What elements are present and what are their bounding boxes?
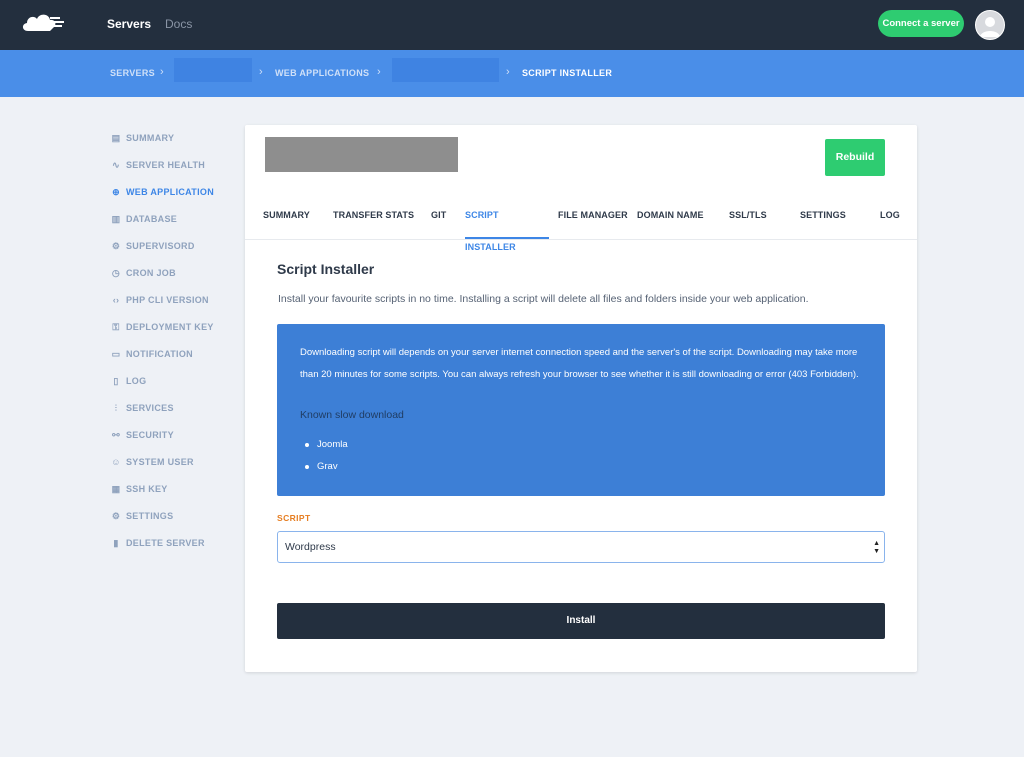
sidebar-item-label: WEB APPLICATION — [126, 187, 214, 197]
sidebar-item-deployment-key[interactable]: ⚿ DEPLOYMENT KEY — [110, 320, 214, 334]
monitor-icon: ▭ — [111, 348, 121, 359]
tab-bar: SUMMARY TRANSFER STATS GIT SCRIPT INSTAL… — [245, 199, 917, 252]
sidebar-item-cron-job[interactable]: ◷ CRON JOB — [110, 266, 176, 280]
breadcrumb: SERVERS › › WEB APPLICATIONS › › SCRIPT … — [0, 50, 1024, 97]
known-slow-list: Joomla Grav — [300, 434, 348, 478]
sidebar-item-label: DATABASE — [126, 214, 178, 224]
sidebar-item-ssh-key[interactable]: ▦ SSH KEY — [110, 482, 168, 496]
nav-docs-link[interactable]: Docs — [165, 17, 192, 31]
sidebar-item-notification[interactable]: ▭ NOTIFICATION — [110, 347, 193, 361]
tab-log[interactable]: LOG — [880, 199, 900, 237]
breadcrumb-separator: › — [506, 66, 510, 78]
key-icon: ⚿ — [112, 321, 120, 332]
tab-ssl-tls[interactable]: SSL/TLS — [729, 199, 767, 237]
cloudways-logo-icon[interactable] — [20, 11, 66, 40]
tab-git[interactable]: GIT — [431, 199, 446, 237]
section-title: Script Installer — [277, 261, 375, 277]
script-select[interactable]: Wordpress ▲ ▼ — [277, 531, 885, 563]
sidebar-item-security[interactable]: ⚯ SECURITY — [110, 428, 174, 442]
top-navbar: Servers Docs Connect a server — [0, 0, 1024, 50]
globe-icon: ⊕ — [112, 186, 120, 197]
section-description: Install your favourite scripts in no tim… — [278, 293, 809, 305]
clock-icon: ◷ — [111, 267, 121, 278]
keyboard-icon: ▦ — [111, 483, 121, 494]
breadcrumb-web-applications[interactable]: WEB APPLICATIONS — [275, 68, 369, 78]
main-card: Rebuild SUMMARY TRANSFER STATS GIT SCRIP… — [245, 125, 917, 672]
gear-icon: ⚙ — [111, 240, 121, 251]
sliders-icon: ⫶ — [114, 402, 118, 413]
link-icon: ⚯ — [112, 429, 120, 440]
user-icon: ☺ — [111, 457, 121, 467]
select-arrows-icon: ▲ ▼ — [873, 540, 880, 555]
sidebar-item-services[interactable]: ⫶ SERVICES — [110, 401, 174, 415]
sidebar-item-php-cli-version[interactable]: ‹› PHP CLI VERSION — [110, 293, 209, 307]
code-icon: ‹› — [112, 295, 120, 305]
breadcrumb-separator: › — [377, 66, 381, 78]
database-icon: ▥ — [111, 213, 121, 224]
sidebar-item-label: NOTIFICATION — [126, 349, 193, 359]
sidebar-item-label: SERVICES — [126, 403, 174, 413]
list-item: Joomla — [300, 434, 348, 456]
sidebar-item-label: SECURITY — [126, 430, 174, 440]
sidebar-item-label: SSH KEY — [126, 484, 168, 494]
breadcrumb-separator: › — [160, 66, 164, 78]
sidebar-item-supervisord[interactable]: ⚙ SUPERVISORD — [110, 239, 195, 253]
info-alert: Downloading script will depends on your … — [277, 324, 885, 496]
file-icon: ▤ — [111, 132, 121, 143]
redacted-app-name[interactable] — [392, 58, 499, 82]
redacted-app-title — [265, 137, 458, 172]
tab-settings[interactable]: SETTINGS — [800, 199, 846, 237]
rebuild-button[interactable]: Rebuild — [825, 139, 885, 176]
sidebar-item-label: SUMMARY — [126, 133, 175, 143]
sidebar-item-label: CRON JOB — [126, 268, 176, 278]
sidebar-item-label: SYSTEM USER — [126, 457, 194, 467]
document-icon: ▯ — [113, 375, 119, 386]
tab-transfer-stats[interactable]: TRANSFER STATS — [333, 199, 414, 237]
info-alert-text: Downloading script will depends on your … — [300, 347, 859, 380]
avatar[interactable] — [975, 10, 1005, 40]
install-button[interactable]: Install — [277, 603, 885, 639]
sidebar-item-settings[interactable]: ⚙ SETTINGS — [110, 509, 173, 523]
sidebar-item-label: DELETE SERVER — [126, 538, 205, 548]
sidebar-item-label: SETTINGS — [126, 511, 174, 521]
tab-domain-name[interactable]: DOMAIN NAME — [637, 199, 704, 237]
sidebar-item-label: SERVER HEALTH — [126, 160, 206, 170]
sidebar-item-log[interactable]: ▯ LOG — [110, 374, 146, 388]
redacted-server-name[interactable] — [174, 58, 252, 82]
tab-summary[interactable]: SUMMARY — [263, 199, 310, 237]
settings-icon: ⚙ — [111, 510, 121, 521]
sidebar-item-label: PHP CLI VERSION — [126, 295, 209, 305]
sidebar-item-system-user[interactable]: ☺ SYSTEM USER — [110, 455, 194, 469]
tab-file-manager[interactable]: FILE MANAGER — [558, 199, 628, 237]
list-item: Grav — [300, 456, 348, 478]
sidebar-item-server-health[interactable]: ∿ SERVER HEALTH — [110, 158, 205, 172]
sidebar-item-web-application[interactable]: ⊕ WEB APPLICATION — [110, 185, 214, 199]
trash-icon: ▮ — [113, 537, 119, 548]
sidebar-item-database[interactable]: ▥ DATABASE — [110, 212, 177, 226]
pulse-icon: ∿ — [112, 159, 120, 170]
sidebar-item-delete-server[interactable]: ▮ DELETE SERVER — [110, 536, 205, 550]
breadcrumb-script-installer: SCRIPT INSTALLER — [522, 68, 613, 78]
nav-servers-link[interactable]: Servers — [107, 17, 151, 31]
script-select-value: Wordpress — [285, 541, 336, 553]
tab-script-installer[interactable]: SCRIPT INSTALLER — [465, 199, 549, 252]
sidebar-item-label: LOG — [126, 376, 147, 386]
sidebar-item-label: DEPLOYMENT KEY — [126, 322, 214, 332]
connect-server-button[interactable]: Connect a server — [878, 10, 964, 37]
sidebar-item-summary[interactable]: ▤ SUMMARY — [110, 131, 174, 145]
sidebar-item-label: SUPERVISORD — [126, 241, 195, 251]
breadcrumb-servers[interactable]: SERVERS — [110, 68, 155, 78]
script-field-label: SCRIPT — [277, 513, 311, 523]
breadcrumb-separator: › — [259, 66, 263, 78]
known-slow-label: Known slow download — [300, 409, 404, 421]
